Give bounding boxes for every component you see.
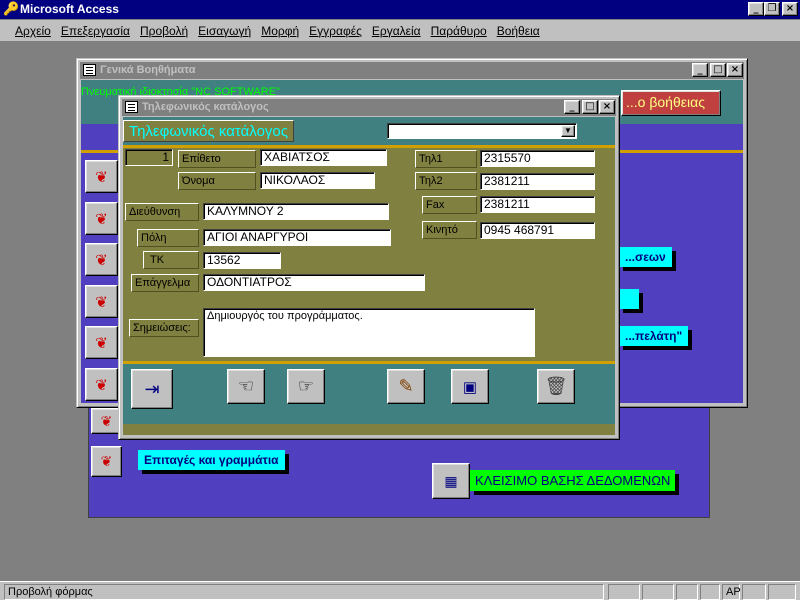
status-box — [742, 584, 766, 600]
phone-heading: Τηλεφωνικός κατάλογος — [123, 120, 294, 142]
app-title: Microsoft Access — [20, 2, 119, 16]
record-id: 1 — [125, 149, 173, 166]
status-box — [700, 584, 720, 600]
helpers-close-button[interactable]: × — [727, 63, 743, 77]
checks-label[interactable]: Επιταγές και γραμμάτια — [138, 450, 285, 470]
city-label: Πόλη — [137, 229, 199, 247]
helpers-maximize-button[interactable]: □ — [710, 63, 726, 77]
close-database-label[interactable]: ΚΛΕΙΣΙΜΟ ΒΑΣΗΣ ΔΕΔΟΜΕΝΩΝ — [470, 470, 676, 491]
notes-field[interactable]: Δημιουργός του προγράμματος. — [203, 308, 535, 357]
leaf-icon[interactable]: ❦ — [85, 285, 118, 318]
zip-field[interactable]: 13562 — [203, 252, 281, 269]
status-bar: Προβολή φόρμας ΑΡ — [0, 581, 800, 600]
profession-label: Επάγγελμα — [131, 274, 199, 292]
phone-title: Τηλεφωνικός κατάλογος — [142, 101, 269, 113]
tel1-label: Τηλ1 — [415, 150, 477, 168]
phone-footer-band: ⇥ ☜ ☞ ✎ ▣ 🗑 — [123, 364, 615, 424]
name-label: Όνομα — [178, 172, 256, 190]
menu-bar: Αρχείο Επεξεργασία Προβολή Εισαγωγή Μορφή Εγγ… — [0, 20, 800, 42]
name-field[interactable]: ΝΙΚΟΛΑΟΣ — [260, 172, 375, 189]
exit-door-icon[interactable]: ⇥ — [131, 369, 173, 409]
tel2-field[interactable]: 2381211 — [480, 173, 595, 190]
menu-insert[interactable]: Εισαγωγή — [193, 20, 256, 42]
leaf-icon[interactable]: ❦ — [85, 326, 118, 359]
minimize-button[interactable]: _ — [748, 2, 764, 16]
phone-form-body: Τηλεφωνικός κατάλογος ▼ 1 Επίθετο ΧΑΒΙΑΤ… — [123, 117, 615, 435]
help-button[interactable]: ...ο βοήθειας — [621, 90, 721, 116]
form-icon — [83, 64, 96, 76]
address-field[interactable]: ΚΑΛΥΜΝΟΥ 2 — [203, 203, 389, 220]
tel1-field[interactable]: 2315570 — [480, 150, 595, 167]
status-box — [642, 584, 674, 600]
status-ind: ΑΡ — [722, 584, 741, 600]
cyan-label-1[interactable]: ...σεων — [619, 247, 672, 267]
header-separator — [123, 145, 615, 148]
cyan-label-2[interactable] — [619, 289, 639, 309]
leaf-icon[interactable]: ❦ — [85, 160, 118, 193]
chevron-down-icon[interactable]: ▼ — [561, 125, 575, 137]
close-database-button[interactable]: ▦ — [432, 463, 470, 499]
city-field[interactable]: ΑΓΙΟΙ ΑΝΑΡΓΥΡΟΙ — [203, 229, 391, 246]
address-label: Διεύθυνση — [125, 203, 199, 221]
phone-title-bar: Τηλεφωνικός κατάλογος _ □ × — [122, 99, 616, 116]
notes-label: Σημειώσεις: — [129, 319, 199, 337]
menu-edit[interactable]: Επεξεργασία — [56, 20, 135, 42]
menu-view[interactable]: Προβολή — [135, 20, 193, 42]
phone-maximize-button[interactable]: □ — [582, 100, 598, 114]
phone-directory-window: Τηλεφωνικός κατάλογος _ □ × Τηλεφωνικός … — [118, 95, 620, 440]
zip-label: ΤΚ — [143, 251, 199, 269]
helpers-title-bar: Γενικά Βοηθήματα _ □ × — [80, 62, 744, 79]
key-icon: 🔑 — [3, 1, 20, 16]
status-text: Προβολή φόρμας — [4, 584, 604, 600]
fax-field[interactable]: 2381211 — [480, 196, 595, 213]
menu-help[interactable]: Βοήθεια — [492, 20, 545, 42]
phone-header-band: Τηλεφωνικός κατάλογος ▼ — [123, 117, 615, 145]
surname-field[interactable]: ΧΑΒΙΑΤΣΟΣ — [260, 149, 387, 166]
leaf-icon[interactable]: ❦ — [85, 202, 118, 235]
menu-tools[interactable]: Εργαλεία — [367, 20, 426, 42]
menu-format[interactable]: Μορφή — [256, 20, 304, 42]
mobile-label: Κινητό — [422, 221, 477, 239]
status-box — [676, 584, 698, 600]
leaf-icon[interactable]: ❦ — [91, 446, 122, 477]
app-title-bar: 🔑 Microsoft Access _ ❐ × — [0, 0, 800, 19]
leaf-icon[interactable]: ❦ — [85, 243, 118, 276]
helpers-title: Γενικά Βοηθήματα — [100, 64, 196, 76]
edit-pen-icon[interactable]: ✎ — [387, 369, 425, 404]
search-combo[interactable] — [387, 123, 577, 139]
menu-window[interactable]: Παράθυρο — [426, 20, 492, 42]
previous-record-hand-icon[interactable]: ☜ — [227, 369, 265, 404]
cyan-label-3[interactable]: ...πελάτη" — [619, 326, 689, 346]
fax-label: Fax — [422, 196, 477, 214]
restore-button[interactable]: ❐ — [764, 2, 780, 16]
phone-minimize-button[interactable]: _ — [564, 100, 580, 114]
tel2-label: Τηλ2 — [415, 172, 477, 190]
leaf-icon[interactable]: ❦ — [85, 368, 118, 401]
mobile-field[interactable]: 0945 468791 — [480, 222, 595, 239]
trash-icon[interactable]: 🗑 — [537, 369, 575, 404]
status-box — [768, 584, 796, 600]
status-box — [608, 584, 640, 600]
profession-field[interactable]: ΟΔΟΝΤΙΑΤΡΟΣ — [203, 274, 425, 291]
menu-records[interactable]: Εγγραφές — [304, 20, 367, 42]
helpers-minimize-button[interactable]: _ — [692, 63, 708, 77]
surname-label: Επίθετο — [178, 150, 256, 168]
form-icon — [125, 101, 138, 113]
close-button[interactable]: × — [782, 2, 798, 16]
next-record-hand-icon[interactable]: ☞ — [287, 369, 325, 404]
phone-close-button[interactable]: × — [599, 100, 615, 114]
menu-file[interactable]: Αρχείο — [10, 20, 56, 42]
save-record-icon[interactable]: ▣ — [451, 369, 489, 404]
